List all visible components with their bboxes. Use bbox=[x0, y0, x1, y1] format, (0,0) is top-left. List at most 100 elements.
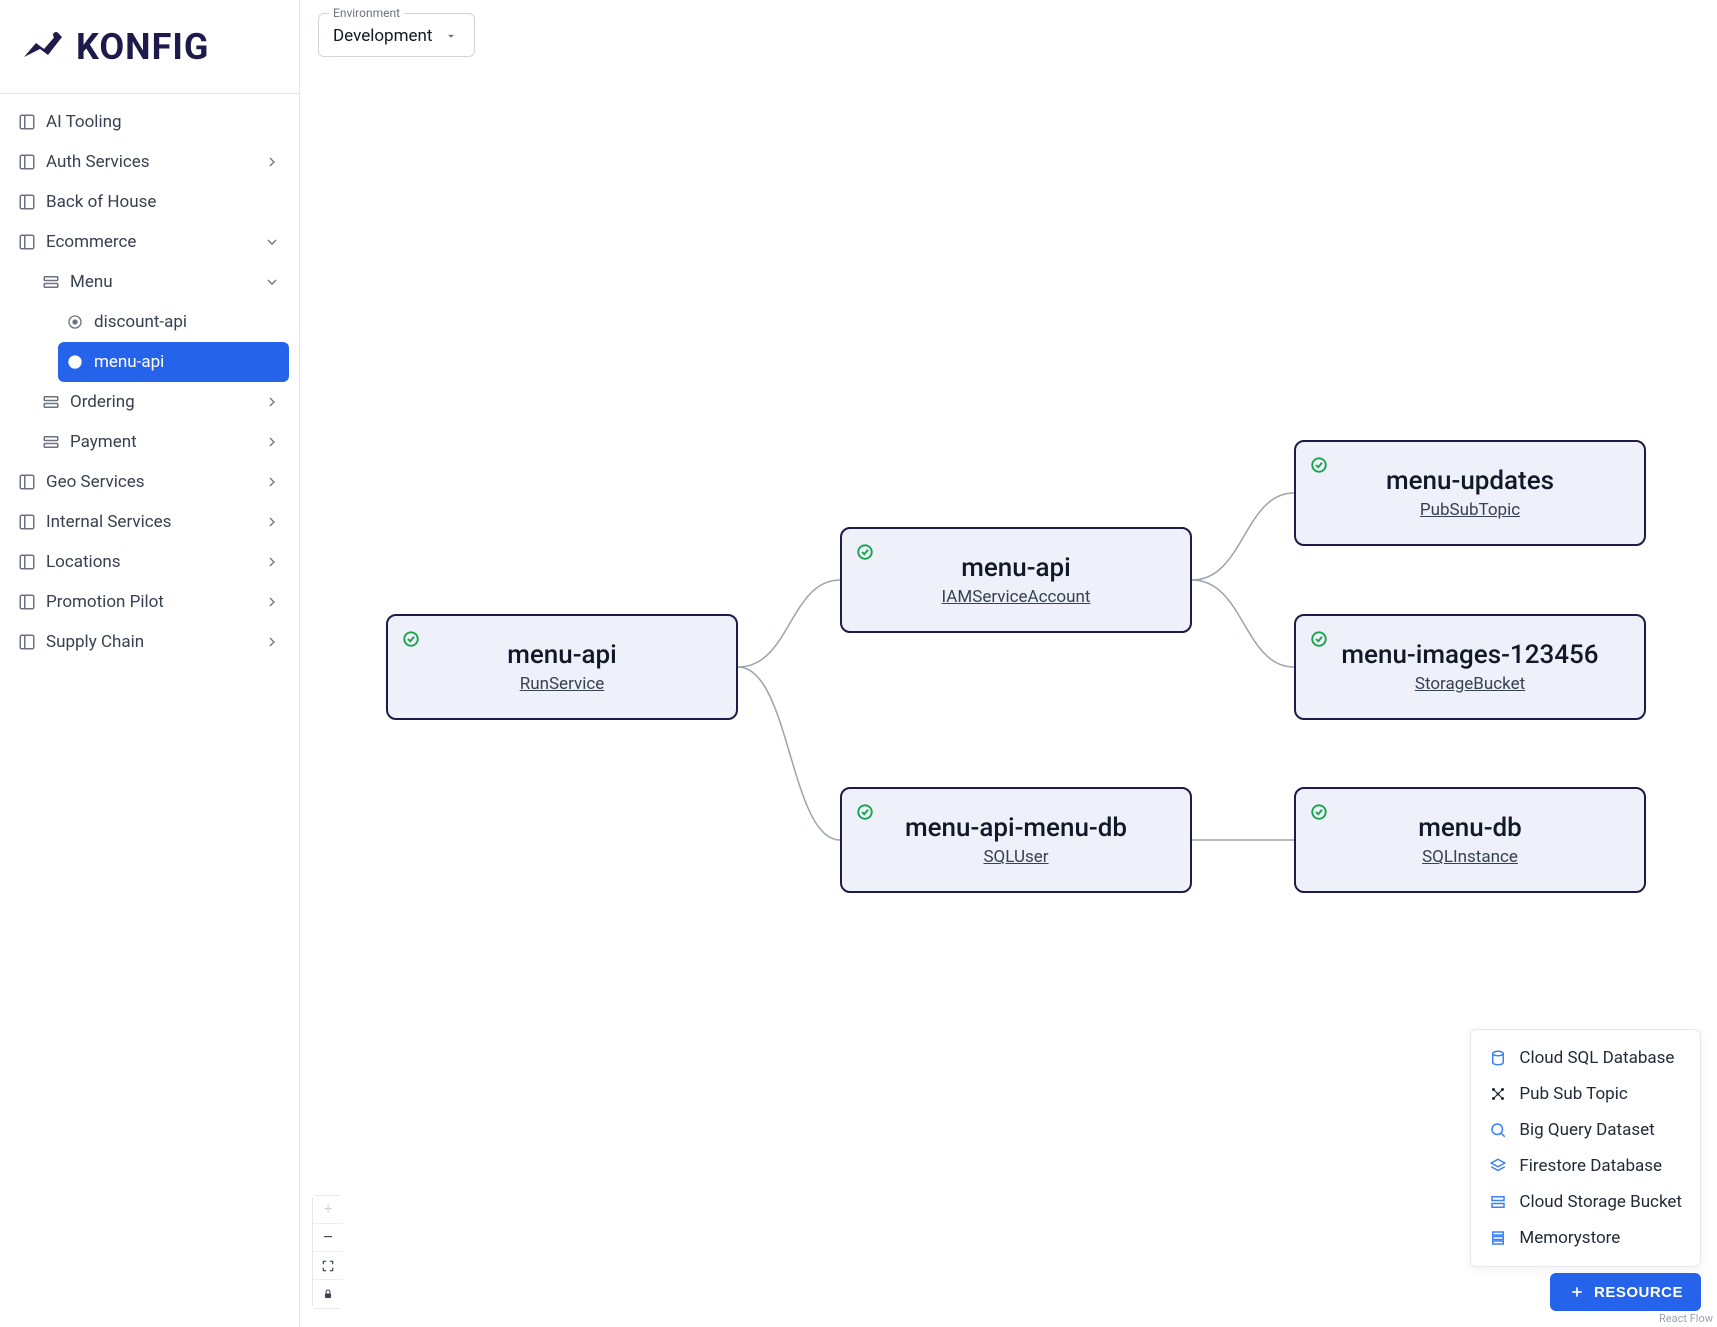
panel-icon bbox=[18, 473, 36, 491]
sidebar-item-label: Menu bbox=[70, 272, 113, 292]
logo-area: KONFIG bbox=[0, 0, 299, 94]
service-icon bbox=[66, 313, 84, 331]
lock-icon bbox=[319, 1285, 337, 1303]
sidebar-item-back-of-house[interactable]: Back of House bbox=[10, 182, 289, 222]
node-pubsub-topic[interactable]: menu-updates PubSubTopic bbox=[1294, 440, 1646, 546]
panel-icon bbox=[18, 233, 36, 251]
environment-select[interactable]: Environment Development bbox=[318, 13, 475, 57]
sidebar-item-auth-services[interactable]: Auth Services bbox=[10, 142, 289, 182]
bucket-icon bbox=[1489, 1193, 1507, 1211]
sidebar-item-label: Promotion Pilot bbox=[46, 592, 164, 612]
node-title: menu-updates bbox=[1386, 466, 1554, 496]
chevron-right-icon bbox=[263, 153, 281, 171]
chevron-right-icon bbox=[263, 433, 281, 451]
resource-option-storage[interactable]: Cloud Storage Bucket bbox=[1485, 1184, 1686, 1220]
node-iam-service-account[interactable]: menu-api IAMServiceAccount bbox=[840, 527, 1192, 633]
node-type-link[interactable]: RunService bbox=[520, 674, 605, 694]
resource-option-label: Firestore Database bbox=[1519, 1156, 1662, 1176]
panel-icon bbox=[18, 513, 36, 531]
zoom-out-button[interactable]: − bbox=[313, 1224, 343, 1252]
sidebar-item-label: Auth Services bbox=[46, 152, 150, 172]
sidebar-item-menu[interactable]: Menu bbox=[34, 262, 289, 302]
search-data-icon bbox=[1489, 1121, 1507, 1139]
fit-view-button[interactable] bbox=[313, 1252, 343, 1280]
panel-icon bbox=[18, 633, 36, 651]
sidebar-item-label: discount-api bbox=[94, 312, 187, 332]
graph-canvas[interactable]: menu-api RunService menu-api IAMServiceA… bbox=[300, 70, 1717, 1327]
node-title: menu-api bbox=[961, 553, 1071, 583]
sidebar-item-label: menu-api bbox=[94, 352, 164, 372]
sidebar-item-label: Locations bbox=[46, 552, 121, 572]
lock-button[interactable] bbox=[313, 1280, 343, 1308]
node-type-link[interactable]: SQLInstance bbox=[1422, 847, 1518, 867]
resource-menu: Cloud SQL Database Pub Sub Topic Big Que… bbox=[1470, 1029, 1701, 1267]
resource-option-firestore[interactable]: Firestore Database bbox=[1485, 1148, 1686, 1184]
check-circle-icon bbox=[856, 543, 874, 561]
node-type-link[interactable]: IAMServiceAccount bbox=[942, 587, 1091, 607]
node-storage-bucket[interactable]: menu-images-123456 StorageBucket bbox=[1294, 614, 1646, 720]
check-circle-icon bbox=[402, 630, 420, 648]
check-circle-icon bbox=[1310, 803, 1328, 821]
node-type-link[interactable]: StorageBucket bbox=[1415, 674, 1525, 694]
sidebar-item-locations[interactable]: Locations bbox=[10, 542, 289, 582]
sidebar-item-label: Geo Services bbox=[46, 472, 145, 492]
sidebar-item-ecommerce[interactable]: Ecommerce bbox=[10, 222, 289, 262]
sidebar-item-geo-services[interactable]: Geo Services bbox=[10, 462, 289, 502]
group-icon bbox=[42, 433, 60, 451]
stack-icon bbox=[1489, 1229, 1507, 1247]
chevron-right-icon bbox=[263, 633, 281, 651]
zoom-in-button[interactable]: + bbox=[313, 1196, 343, 1224]
canvas-controls: + − bbox=[312, 1195, 342, 1309]
group-icon bbox=[42, 273, 60, 291]
chevron-down-icon bbox=[263, 273, 281, 291]
caret-down-icon bbox=[442, 27, 460, 45]
resource-option-label: Cloud SQL Database bbox=[1519, 1048, 1674, 1068]
sidebar-item-label: Ordering bbox=[70, 392, 135, 412]
database-icon bbox=[1489, 1049, 1507, 1067]
minus-icon: − bbox=[323, 1229, 332, 1247]
check-circle-icon bbox=[856, 803, 874, 821]
resource-option-pubsub[interactable]: Pub Sub Topic bbox=[1485, 1076, 1686, 1112]
sidebar-item-ai-tooling[interactable]: AI Tooling bbox=[10, 102, 289, 142]
sidebar-item-promotion-pilot[interactable]: Promotion Pilot bbox=[10, 582, 289, 622]
add-resource-button[interactable]: RESOURCE bbox=[1550, 1273, 1701, 1311]
expand-icon bbox=[319, 1257, 337, 1275]
resource-option-memorystore[interactable]: Memorystore bbox=[1485, 1220, 1686, 1256]
check-circle-icon bbox=[1310, 456, 1328, 474]
sidebar-item-label: Supply Chain bbox=[46, 632, 144, 652]
chevron-right-icon bbox=[263, 473, 281, 491]
sidebar-item-internal-services[interactable]: Internal Services bbox=[10, 502, 289, 542]
topbar: Environment Development bbox=[300, 0, 1717, 70]
node-title: menu-db bbox=[1418, 813, 1522, 843]
logo[interactable]: KONFIG bbox=[18, 23, 209, 71]
chevron-right-icon bbox=[263, 393, 281, 411]
node-type-link[interactable]: SQLUser bbox=[983, 847, 1048, 867]
chevron-right-icon bbox=[263, 513, 281, 531]
panel-icon bbox=[18, 593, 36, 611]
environment-legend: Environment bbox=[329, 6, 404, 20]
plus-icon: + bbox=[323, 1201, 332, 1219]
resource-option-label: Memorystore bbox=[1519, 1228, 1620, 1248]
sidebar-item-supply-chain[interactable]: Supply Chain bbox=[10, 622, 289, 662]
sidebar-item-label: Ecommerce bbox=[46, 232, 136, 252]
brand-text: KONFIG bbox=[76, 26, 209, 68]
sidebar-item-label: AI Tooling bbox=[46, 112, 122, 132]
sidebar-item-payment[interactable]: Payment bbox=[34, 422, 289, 462]
sidebar-item-ordering[interactable]: Ordering bbox=[34, 382, 289, 422]
group-icon bbox=[42, 393, 60, 411]
sidebar-item-discount-api[interactable]: discount-api bbox=[58, 302, 289, 342]
resource-option-label: Pub Sub Topic bbox=[1519, 1084, 1627, 1104]
node-title: menu-images-123456 bbox=[1341, 640, 1598, 670]
node-run-service[interactable]: menu-api RunService bbox=[386, 614, 738, 720]
sidebar: KONFIG AI Tooling Auth Services Back of … bbox=[0, 0, 300, 1327]
layers-icon bbox=[1489, 1157, 1507, 1175]
sidebar-item-menu-api[interactable]: menu-api bbox=[58, 342, 289, 382]
panel-icon bbox=[18, 153, 36, 171]
node-sql-instance[interactable]: menu-db SQLInstance bbox=[1294, 787, 1646, 893]
network-icon bbox=[1489, 1085, 1507, 1103]
node-sql-user[interactable]: menu-api-menu-db SQLUser bbox=[840, 787, 1192, 893]
node-type-link[interactable]: PubSubTopic bbox=[1420, 500, 1520, 520]
resource-option-cloud-sql[interactable]: Cloud SQL Database bbox=[1485, 1040, 1686, 1076]
nav: AI Tooling Auth Services Back of House E… bbox=[0, 94, 299, 670]
resource-option-bigquery[interactable]: Big Query Dataset bbox=[1485, 1112, 1686, 1148]
